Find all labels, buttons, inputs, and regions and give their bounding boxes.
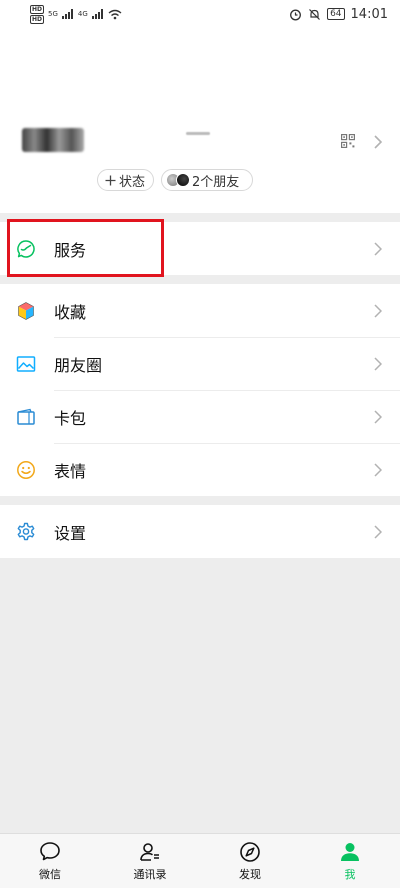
nickname-blurred bbox=[186, 132, 210, 135]
tab-chats[interactable]: 微信 bbox=[0, 834, 100, 888]
wifi-icon bbox=[108, 9, 122, 19]
person-icon bbox=[341, 843, 359, 861]
friend-avatar bbox=[176, 173, 190, 187]
chevron-right-icon bbox=[374, 409, 382, 424]
chevron-right-icon bbox=[374, 303, 382, 318]
menu-item-cards[interactable]: 卡包 bbox=[0, 390, 400, 443]
qr-code-icon[interactable] bbox=[341, 134, 355, 148]
menu-item-stickers[interactable]: 表情 bbox=[0, 443, 400, 496]
hd-badge-1: HD bbox=[30, 4, 45, 14]
battery-indicator: 64 bbox=[327, 8, 345, 20]
avatar-blurred bbox=[22, 128, 84, 152]
chat-bubble-icon bbox=[40, 842, 60, 861]
menu-label: 卡包 bbox=[54, 408, 87, 428]
friends-chip-label: 2个朋友 bbox=[192, 174, 240, 190]
chevron-right-icon bbox=[374, 462, 382, 477]
menu-item-settings[interactable]: 设置 bbox=[0, 505, 400, 558]
alarm-icon bbox=[290, 9, 302, 20]
features-section: 收藏 朋友圈 卡包 表情 bbox=[0, 284, 400, 496]
profile-header[interactable]: 状态 2个朋友 bbox=[0, 28, 400, 213]
bottom-nav: 微信 通讯录 发现 我 bbox=[0, 833, 400, 888]
smiley-icon bbox=[17, 460, 35, 479]
plus-icon bbox=[105, 175, 116, 185]
chevron-right-icon bbox=[374, 241, 382, 256]
menu-label: 表情 bbox=[54, 461, 87, 481]
status-chip-label: 状态 bbox=[119, 174, 146, 190]
contacts-icon bbox=[140, 843, 159, 861]
chevron-right-icon bbox=[374, 135, 383, 149]
gear-icon bbox=[17, 522, 35, 540]
tab-label: 微信 bbox=[39, 868, 61, 881]
menu-label: 收藏 bbox=[54, 302, 87, 322]
status-chip[interactable]: 状态 bbox=[97, 169, 154, 191]
menu-label: 朋友圈 bbox=[54, 355, 103, 375]
menu-label: 设置 bbox=[54, 523, 87, 543]
settings-section: 设置 bbox=[0, 505, 400, 558]
chevron-right-icon bbox=[374, 524, 382, 539]
friends-chip[interactable]: 2个朋友 bbox=[161, 169, 253, 191]
signal-5g: 5G bbox=[48, 10, 58, 18]
status-bar: HD HD 5G 4G 64 14:01 bbox=[0, 0, 400, 28]
menu-item-favorites[interactable]: 收藏 bbox=[0, 284, 400, 337]
tab-discover[interactable]: 发现 bbox=[200, 834, 300, 888]
chevron-right-icon bbox=[374, 356, 382, 371]
favorites-cube-icon bbox=[18, 301, 34, 320]
clock: 14:01 bbox=[350, 6, 388, 22]
hd-badges: HD HD bbox=[30, 4, 45, 24]
tab-label: 我 bbox=[344, 868, 356, 881]
tab-label: 发现 bbox=[239, 868, 261, 881]
status-left: HD HD 5G 4G bbox=[30, 4, 122, 24]
tab-contacts[interactable]: 通讯录 bbox=[100, 834, 200, 888]
tab-me[interactable]: 我 bbox=[300, 834, 400, 888]
hd-badge-2: HD bbox=[30, 14, 45, 24]
menu-item-moments[interactable]: 朋友圈 bbox=[0, 337, 400, 390]
signal-icon bbox=[61, 9, 73, 19]
signal-4g: 4G bbox=[77, 10, 88, 18]
signal-icon-2 bbox=[91, 9, 103, 19]
status-right: 64 14:01 bbox=[289, 7, 388, 22]
mute-icon bbox=[309, 8, 321, 20]
tab-label: 通讯录 bbox=[133, 868, 167, 881]
highlight-box bbox=[7, 219, 164, 277]
moments-picture-icon bbox=[16, 355, 36, 372]
compass-icon bbox=[240, 842, 260, 862]
card-wallet-icon bbox=[17, 408, 35, 425]
